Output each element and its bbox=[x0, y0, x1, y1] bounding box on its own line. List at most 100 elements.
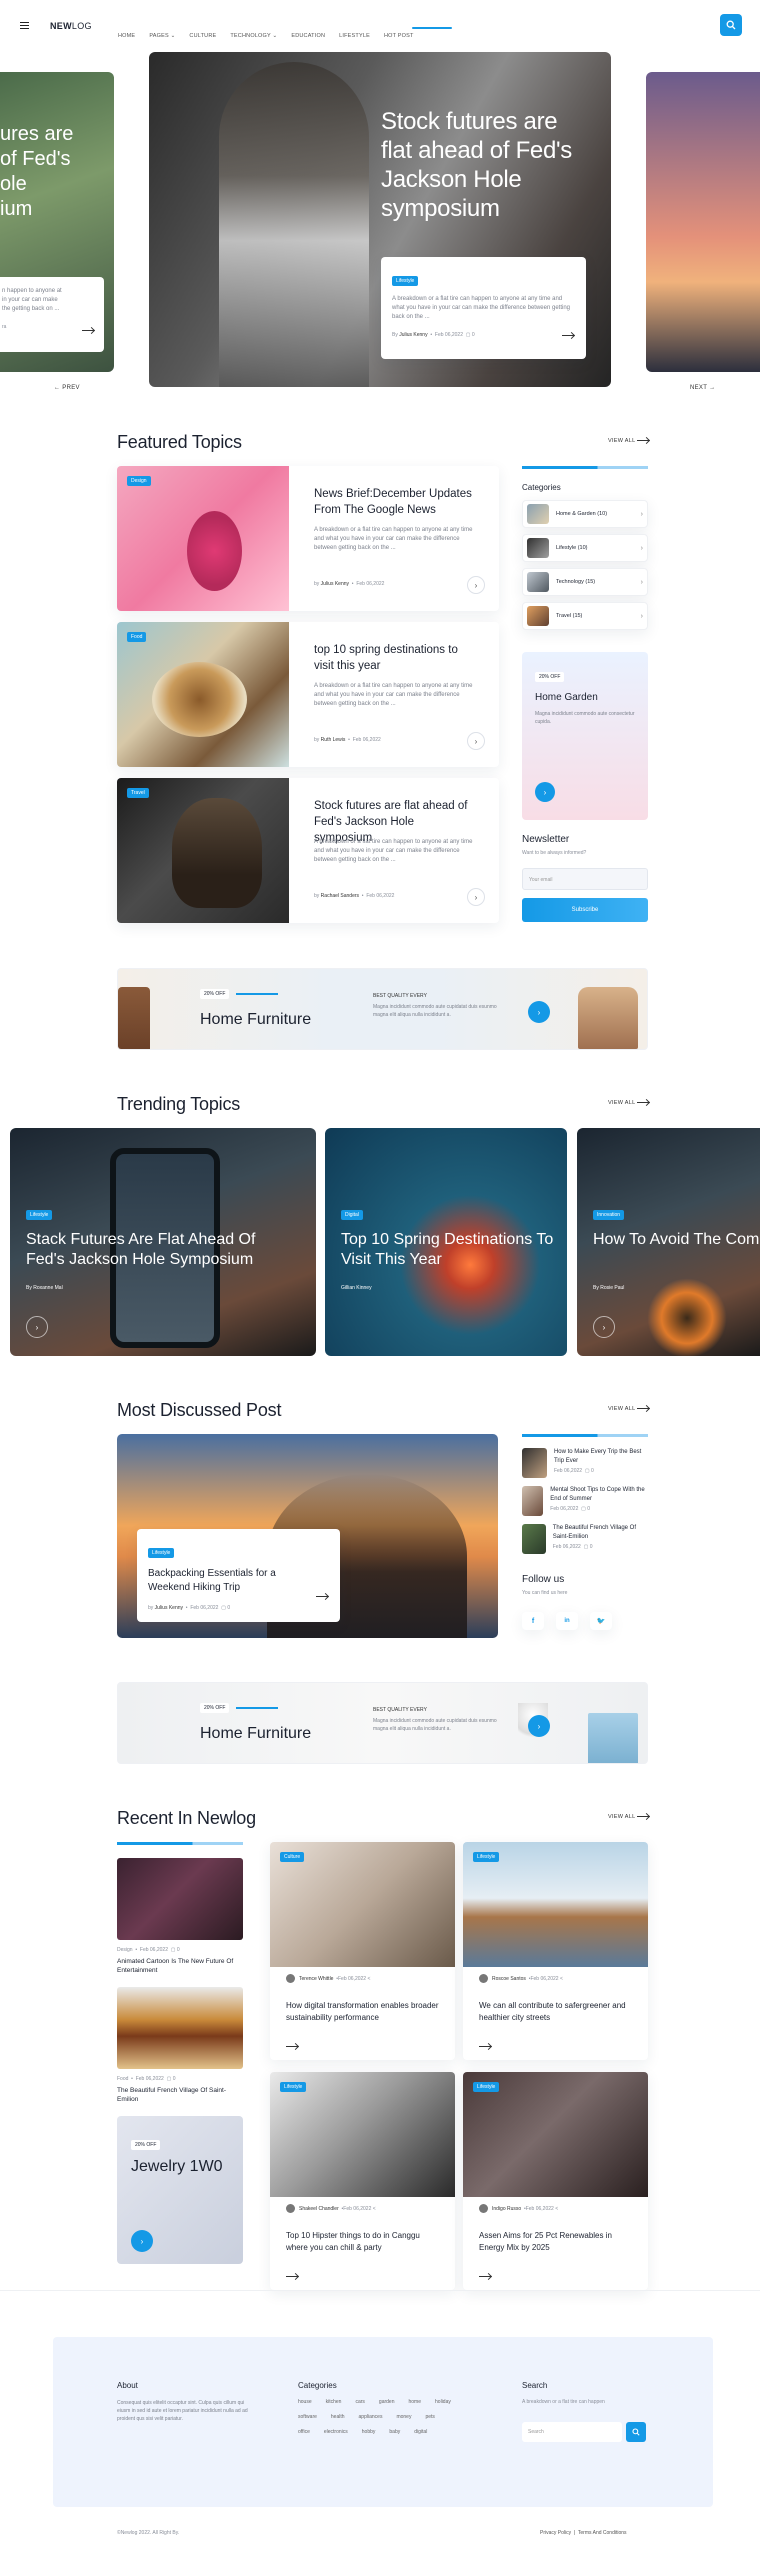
footer-tag[interactable]: electronics bbox=[324, 2429, 348, 2435]
hero-main-tag[interactable]: Lifestyle bbox=[392, 276, 419, 286]
featured-post[interactable]: Design News Brief:December Updates From … bbox=[117, 466, 499, 611]
featured-post[interactable]: Food top 10 spring destinations to visit… bbox=[117, 622, 499, 767]
trending-arrow-button[interactable]: › bbox=[26, 1316, 48, 1338]
hero-prev-button[interactable]: ← PREV bbox=[54, 385, 80, 391]
discussed-side-item[interactable]: How to Make Every Trip the Best Trip Eve… bbox=[522, 1448, 648, 1482]
furniture-banner[interactable]: 20% OFF Home Furniture BEST QUALITY EVER… bbox=[117, 1682, 648, 1764]
recent-card-tag[interactable]: Lifestyle bbox=[280, 2082, 307, 2092]
category-item[interactable]: Home & Garden (10) › bbox=[522, 500, 648, 528]
category-item[interactable]: Lifestyle (10) › bbox=[522, 534, 648, 562]
trending-author[interactable]: By Roxanne Mal bbox=[26, 1285, 63, 1291]
featured-post-title[interactable]: top 10 spring destinations to visit this… bbox=[314, 642, 474, 674]
discussed-main-tag[interactable]: Lifestyle bbox=[148, 1548, 175, 1558]
banner-arrow-button[interactable]: › bbox=[528, 1715, 550, 1737]
recent-card[interactable]: Lifestyle Roscoe Santos • Feb 06,2022 < … bbox=[463, 1842, 648, 2060]
facebook-icon[interactable]: f bbox=[522, 1612, 544, 1630]
featured-post-tag[interactable]: Food bbox=[127, 632, 147, 642]
footer-tag[interactable]: kitchen bbox=[326, 2399, 342, 2405]
arrow-right-icon[interactable] bbox=[479, 2268, 491, 2286]
discussed-main-title[interactable]: Backpacking Essentials for a Weekend Hik… bbox=[148, 1567, 308, 1595]
chevron-right-icon[interactable]: › bbox=[467, 576, 485, 594]
footer-search-button[interactable] bbox=[626, 2422, 646, 2442]
trending-card[interactable]: Lifestyle Stack Futures Are Flat Ahead O… bbox=[10, 1128, 316, 1356]
hamburger-icon[interactable] bbox=[20, 22, 29, 29]
arrow-right-icon[interactable] bbox=[82, 322, 94, 340]
nav-home[interactable]: HOME bbox=[118, 33, 135, 39]
privacy-link[interactable]: Privacy Policy bbox=[540, 2530, 571, 2536]
trending-card[interactable]: Innovation How To Avoid The Comparison G… bbox=[577, 1128, 760, 1356]
footer-tag[interactable]: cars bbox=[355, 2399, 364, 2405]
recent-card-author[interactable]: Shakeel Chandler bbox=[299, 2206, 339, 2212]
featured-post-tag[interactable]: Travel bbox=[127, 788, 149, 798]
terms-link[interactable]: Terms And Conditions bbox=[578, 2530, 627, 2536]
footer-tag[interactable]: health bbox=[331, 2414, 345, 2420]
category-item[interactable]: Travel (15) › bbox=[522, 602, 648, 630]
trending-author[interactable]: By Rosie Paul bbox=[593, 1285, 624, 1291]
footer-tag[interactable]: hobby bbox=[362, 2429, 376, 2435]
footer-tag[interactable]: home bbox=[409, 2399, 422, 2405]
jewelry-promo[interactable]: 20% OFF Jewelry 1W0 › bbox=[117, 2116, 243, 2264]
footer-tag[interactable]: baby bbox=[389, 2429, 400, 2435]
discussed-side-item[interactable]: The Beautiful French Village Of Saint-Em… bbox=[522, 1524, 648, 1558]
hero-main-author[interactable]: Julius Kenny bbox=[399, 332, 427, 338]
trending-tag[interactable]: Innovation bbox=[593, 1210, 625, 1220]
chevron-right-icon[interactable]: › bbox=[467, 888, 485, 906]
arrow-right-icon[interactable] bbox=[316, 1588, 328, 1606]
discussed-main-author[interactable]: Julius Kenny bbox=[155, 1605, 183, 1611]
featured-post[interactable]: Travel Stock futures are flat ahead of F… bbox=[117, 778, 499, 923]
recent-card[interactable]: Lifestyle Shakeel Chandler • Feb 06,2022… bbox=[270, 2072, 455, 2290]
recent-card-tag[interactable]: Lifestyle bbox=[473, 1852, 500, 1862]
hero-next-button[interactable]: NEXT → bbox=[690, 385, 715, 391]
category-item[interactable]: Technology (15) › bbox=[522, 568, 648, 596]
site-logo[interactable]: NEWLOG bbox=[50, 21, 92, 31]
footer-tag[interactable]: pets bbox=[425, 2414, 434, 2420]
recent-card-tag[interactable]: Lifestyle bbox=[473, 2082, 500, 2092]
nav-lifestyle[interactable]: LIFESTYLE bbox=[339, 33, 370, 39]
trending-card[interactable]: Digital Top 10 Spring Destinations To Vi… bbox=[325, 1128, 567, 1356]
arrow-right-icon[interactable] bbox=[479, 2038, 491, 2056]
nav-education[interactable]: EDUCATION bbox=[291, 33, 325, 39]
furniture-banner[interactable]: 20% OFF Home Furniture BEST QUALITY EVER… bbox=[117, 968, 648, 1050]
featured-post-author[interactable]: Julius Kenny bbox=[321, 581, 349, 587]
footer-search-input[interactable]: Search bbox=[522, 2422, 622, 2442]
promo-home-garden[interactable]: 20% OFF Home Garden Magna incididunt com… bbox=[522, 652, 648, 820]
newsletter-email-input[interactable]: Your email bbox=[522, 868, 648, 890]
search-button[interactable] bbox=[720, 14, 742, 36]
footer-tag[interactable]: money bbox=[396, 2414, 411, 2420]
footer-tag[interactable]: garden bbox=[379, 2399, 395, 2405]
nav-hot-post[interactable]: HOT POST bbox=[384, 33, 414, 39]
nav-pages[interactable]: PAGES ⌄ bbox=[149, 33, 175, 39]
chevron-right-icon[interactable]: › bbox=[467, 732, 485, 750]
discussed-main-post[interactable]: Lifestyle Backpacking Essentials for a W… bbox=[117, 1434, 498, 1638]
trending-tag[interactable]: Digital bbox=[341, 1210, 363, 1220]
featured-view-all[interactable]: VIEW ALL bbox=[608, 438, 650, 444]
footer-tag[interactable]: digital bbox=[414, 2429, 427, 2435]
footer-tag[interactable]: software bbox=[298, 2414, 317, 2420]
trending-arrow-button[interactable]: › bbox=[593, 1316, 615, 1338]
hero-slide-main[interactable]: Stock futures are flat ahead of Fed's Ja… bbox=[149, 52, 611, 387]
twitter-icon[interactable]: 🐦 bbox=[590, 1612, 612, 1630]
recent-view-all[interactable]: VIEW ALL bbox=[608, 1814, 650, 1820]
footer-tag[interactable]: appliances bbox=[359, 2414, 383, 2420]
recent-card[interactable]: Lifestyle Indigo Russo • Feb 06,2022 < A… bbox=[463, 2072, 648, 2290]
trending-tag[interactable]: Lifestyle bbox=[26, 1210, 53, 1220]
recent-left-item[interactable]: Design • Feb 06,2022 ▢ 0 Animated Cartoo… bbox=[117, 1858, 243, 1975]
recent-card[interactable]: Culture Terence Whittle • Feb 06,2022 < … bbox=[270, 1842, 455, 2060]
nav-technology[interactable]: TECHNOLOGY ⌄ bbox=[230, 33, 277, 39]
featured-post-author[interactable]: Ruth Lewis bbox=[321, 737, 346, 743]
featured-post-tag[interactable]: Design bbox=[127, 476, 151, 486]
arrow-right-icon[interactable] bbox=[562, 327, 574, 345]
recent-card-author[interactable]: Indigo Russo bbox=[492, 2206, 521, 2212]
trending-author[interactable]: Gillian Kinney bbox=[341, 1285, 372, 1291]
hero-slide-right[interactable] bbox=[646, 72, 760, 372]
linkedin-icon[interactable]: in bbox=[556, 1612, 578, 1630]
arrow-right-icon[interactable] bbox=[286, 2038, 298, 2056]
recent-card-author[interactable]: Roscoe Santos bbox=[492, 1976, 526, 1982]
discussed-view-all[interactable]: VIEW ALL bbox=[608, 1406, 650, 1412]
banner-arrow-button[interactable]: › bbox=[528, 1001, 550, 1023]
jewel-arrow-button[interactable]: › bbox=[131, 2230, 153, 2252]
footer-tag[interactable]: holiday bbox=[435, 2399, 451, 2405]
recent-left-item[interactable]: Food • Feb 06,2022 ▢ 0 The Beautiful Fre… bbox=[117, 1987, 243, 2104]
newsletter-subscribe-button[interactable]: Subscribe bbox=[522, 898, 648, 922]
trending-view-all[interactable]: VIEW ALL bbox=[608, 1100, 650, 1106]
